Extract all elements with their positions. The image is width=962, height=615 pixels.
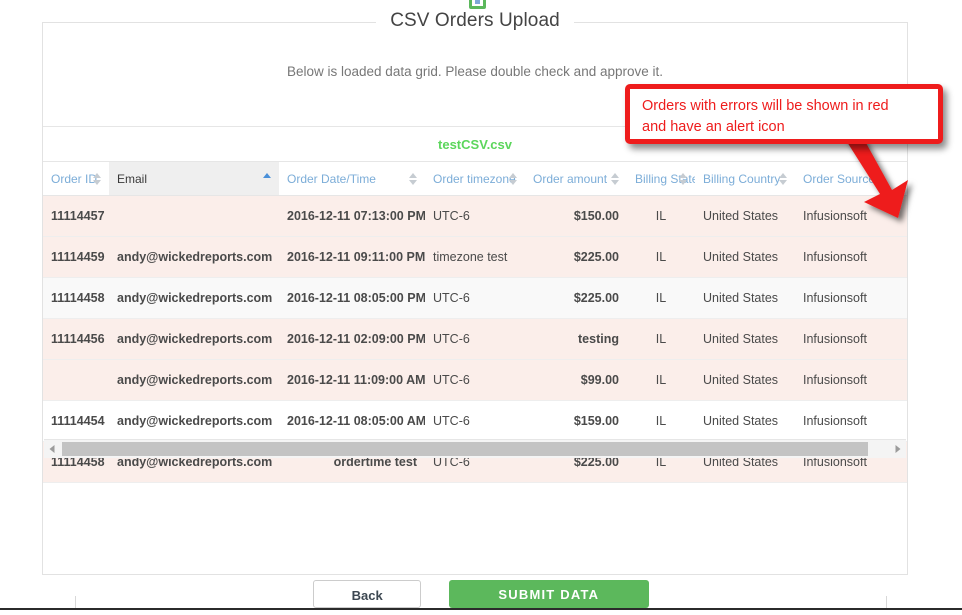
cell-billing-country: United States	[695, 277, 795, 319]
sort-ascending-icon	[263, 172, 272, 185]
orders-data-grid: Order ID Email Order Date/Time Order tim…	[43, 162, 907, 483]
cell-order-amount: testing	[525, 318, 627, 360]
cell-order-amount: $225.00	[525, 277, 627, 319]
cell-order-amount: $159.00	[525, 400, 627, 442]
table-row[interactable]: 11114456 andy@wickedreports.com 2016-12-11…	[43, 318, 907, 360]
page-title: CSV Orders Upload	[376, 10, 574, 31]
back-button[interactable]: Back	[313, 580, 422, 608]
cell-email: andy@wickedreports.com	[109, 400, 279, 442]
page-bottom-rule	[0, 608, 962, 610]
sort-icon	[611, 172, 620, 185]
column-header-order-source[interactable]: Order Source	[795, 162, 889, 196]
cell-billing-country: United States	[695, 195, 795, 237]
column-header-billing-state[interactable]: Billing State	[627, 162, 695, 196]
scroll-left-arrow-icon[interactable]	[44, 440, 60, 458]
cell-billing-country: United States	[695, 400, 795, 442]
cell-order-id: 11114457	[43, 195, 109, 237]
column-header-billing-country[interactable]: Billing Country	[695, 162, 795, 196]
cell-email: andy@wickedreports.com	[109, 277, 279, 319]
cell-billing-country: United States	[695, 318, 795, 360]
column-header-order-id[interactable]: Order ID	[43, 162, 109, 196]
cell-order-id: 11114456	[43, 318, 109, 360]
horizontal-scrollbar[interactable]	[44, 439, 906, 458]
cell-order-datetime: 2016-12-11 11:09:00 AM	[279, 359, 425, 401]
column-header-order-datetime[interactable]: Order Date/Time	[279, 162, 425, 196]
panel-legend: CSV Orders Upload	[43, 10, 907, 32]
cell-order-amount: $150.00	[525, 195, 627, 237]
cell-alert	[889, 195, 907, 237]
cell-order-source: Infusionsoft	[795, 318, 889, 360]
sort-icon	[93, 172, 102, 185]
cell-order-timezone: UTC-6	[425, 195, 525, 237]
cell-billing-state: IL	[627, 236, 695, 278]
scrollbar-thumb[interactable]	[62, 442, 868, 456]
sort-icon	[779, 172, 788, 185]
annotation-line-1: Orders with errors will be shown in red	[642, 98, 889, 114]
cell-billing-state: IL	[627, 318, 695, 360]
cell-billing-state: IL	[627, 400, 695, 442]
cell-email: andy@wickedreports.com	[109, 318, 279, 360]
sort-icon	[679, 172, 688, 185]
cell-order-id: 11114459	[43, 236, 109, 278]
cell-alert	[889, 400, 907, 442]
table-row[interactable]: andy@wickedreports.com 2016-12-11 11:09:0…	[43, 359, 907, 401]
cell-order-amount: $99.00	[525, 359, 627, 401]
annotation-line-2: and have an alert icon	[642, 119, 785, 135]
cell-order-source: Infusionsoft	[795, 236, 889, 278]
cell-order-source: Infusionsoft	[795, 277, 889, 319]
cell-order-timezone: timezone test	[425, 236, 525, 278]
sort-icon	[509, 172, 518, 185]
footer-actions: Back SUBMIT DATA	[0, 580, 962, 608]
cell-order-source: Infusionsoft	[795, 195, 889, 237]
cell-alert	[889, 277, 907, 319]
data-grid-viewport: Order ID Email Order Date/Time Order tim…	[43, 162, 907, 574]
cell-order-source: Infusionsoft	[795, 400, 889, 442]
cell-order-id: 11114458	[43, 277, 109, 319]
cell-alert	[889, 359, 907, 401]
table-row[interactable]: 11114457 2016-12-11 07:13:00 PM UTC-6 $150.…	[43, 195, 907, 237]
cell-billing-country: United States	[695, 359, 795, 401]
cell-order-timezone: UTC-6	[425, 359, 525, 401]
scroll-right-arrow-icon[interactable]	[890, 440, 906, 458]
cell-order-timezone: UTC-6	[425, 318, 525, 360]
column-header-alert	[889, 162, 907, 196]
csv-file-icon	[469, 0, 486, 9]
cell-order-datetime: 2016-12-11 07:13:00 PM	[279, 195, 425, 237]
cell-order-datetime: 2016-12-11 02:09:00 PM	[279, 318, 425, 360]
cell-billing-state: IL	[627, 359, 695, 401]
cell-order-timezone: UTC-6	[425, 277, 525, 319]
cell-order-datetime: 2016-12-11 08:05:00 AM	[279, 400, 425, 442]
cell-alert	[889, 318, 907, 360]
cell-email: andy@wickedreports.com	[109, 359, 279, 401]
cell-order-id: 11114454	[43, 400, 109, 442]
cell-billing-state: IL	[627, 195, 695, 237]
table-row[interactable]: 11114454 andy@wickedreports.com 2016-12-11…	[43, 400, 907, 442]
cell-order-id	[43, 359, 109, 401]
cell-order-source: Infusionsoft	[795, 359, 889, 401]
grid-header-row: Order ID Email Order Date/Time Order tim…	[43, 162, 907, 196]
column-header-order-amount[interactable]: Order amount	[525, 162, 627, 196]
cell-email	[109, 195, 279, 237]
table-row[interactable]: 11114458 andy@wickedreports.com 2016-12-11…	[43, 277, 907, 319]
table-row[interactable]: 11114459 andy@wickedreports.com 2016-12-11…	[43, 236, 907, 278]
cell-order-timezone: UTC-6	[425, 400, 525, 442]
annotation-text: Orders with errors will be shown in red …	[642, 96, 930, 138]
annotation-callout: Orders with errors will be shown in red …	[625, 84, 943, 144]
cell-order-amount: $225.00	[525, 236, 627, 278]
cell-billing-state: IL	[627, 277, 695, 319]
cell-billing-country: United States	[695, 236, 795, 278]
sort-icon	[409, 172, 418, 185]
column-header-order-timezone[interactable]: Order timezone	[425, 162, 525, 196]
cell-order-datetime: 2016-12-11 09:11:00 PM	[279, 236, 425, 278]
cell-email: andy@wickedreports.com	[109, 236, 279, 278]
cell-order-datetime: 2016-12-11 08:05:00 PM	[279, 277, 425, 319]
page-subtitle: Below is loaded data grid. Please double…	[287, 64, 663, 79]
column-header-email[interactable]: Email	[109, 162, 279, 196]
cell-alert	[889, 236, 907, 278]
submit-data-button[interactable]: SUBMIT DATA	[448, 580, 649, 608]
